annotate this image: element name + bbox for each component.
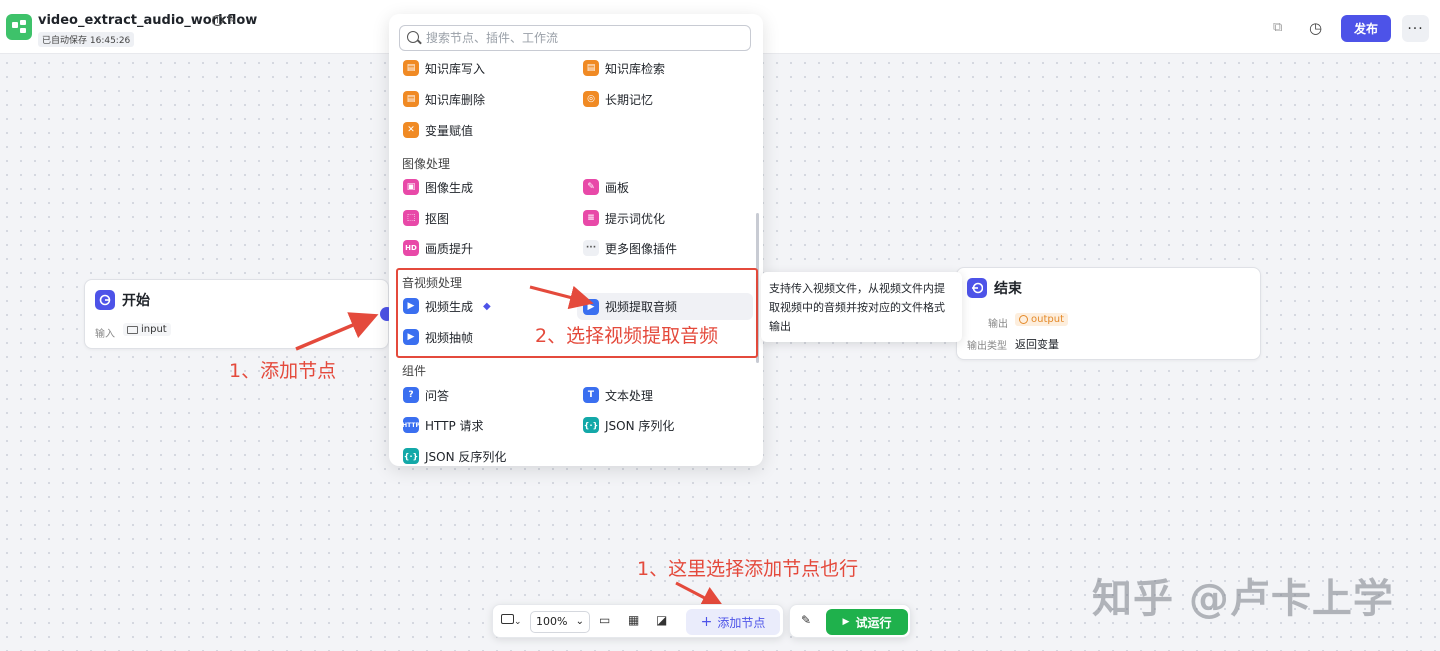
plus-icon: + [700, 614, 713, 630]
add-node-label: 添加节点 [717, 615, 766, 630]
watermark: 知乎 @卢卡上学 [1092, 576, 1394, 622]
test-run-label: 试运行 [855, 615, 892, 630]
arrow-to-item [529, 285, 594, 310]
arrow-to-port [295, 312, 379, 351]
fit-view-icon[interactable]: ◪ [656, 613, 667, 627]
bottom-toolbar: ⌄ 100% ⌄ ▭ ▦ ◪ + 添加节点 [492, 604, 784, 638]
add-node-button[interactable]: + 添加节点 [686, 609, 780, 635]
play-icon: ▶ [842, 617, 850, 627]
chevron-down-icon: ⌄ [575, 616, 584, 627]
zoom-select[interactable]: 100% ⌄ [530, 611, 590, 633]
arrow-to-add-node [675, 581, 726, 609]
wrench-icon[interactable]: ✎ [801, 613, 811, 627]
run-toolbar: ✎ ▶ 试运行 [789, 604, 911, 638]
zoom-value: 100% [536, 615, 568, 628]
annotation-arrows [295, 285, 726, 609]
test-run-button[interactable]: ▶ 试运行 [826, 609, 908, 635]
comment-icon[interactable]: ▭ [599, 613, 610, 627]
minimap-icon[interactable]: ⌄ [501, 613, 522, 627]
grid-icon[interactable]: ▦ [628, 613, 639, 627]
